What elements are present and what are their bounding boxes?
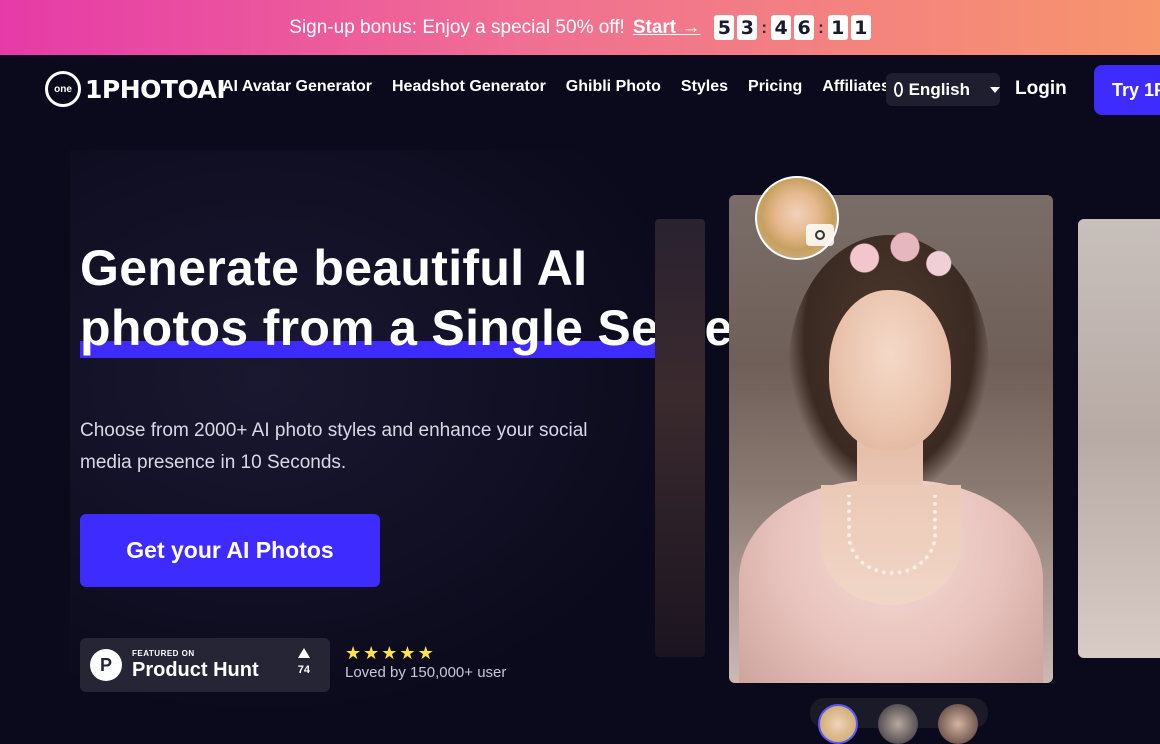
product-hunt-name: Product Hunt xyxy=(132,658,259,681)
promo-banner: Sign-up bonus: Enjoy a special 50% off! … xyxy=(0,0,1160,55)
hero-headline: Generate beautiful AI photos from a Sing… xyxy=(80,238,733,358)
countdown-digit: 6 xyxy=(794,15,815,40)
star-icon: ★ xyxy=(381,643,398,664)
side-photo-left xyxy=(655,219,705,657)
chevron-down-icon xyxy=(990,86,1000,93)
loved-by-text: Loved by 150,000+ user xyxy=(345,664,507,681)
site-logo[interactable]: one 1PHOTOAI xyxy=(45,71,226,107)
globe-icon xyxy=(894,82,903,97)
countdown-timer: 5 3 : 4 6 : 1 1 xyxy=(714,15,871,40)
nav-links: AI Avatar Generator Headshot Generator G… xyxy=(222,78,890,96)
headline-line-2: photos from a Single Selfie xyxy=(80,300,733,356)
headline-line-1: Generate beautiful AI xyxy=(80,240,588,296)
language-label: English xyxy=(908,79,970,99)
upvote-count: 74 xyxy=(298,648,310,676)
countdown-digit: 5 xyxy=(714,15,735,40)
star-icon: ★ xyxy=(345,643,362,664)
upvote-arrow-icon xyxy=(297,648,310,658)
portrait-tiara xyxy=(824,225,959,280)
countdown-separator: : xyxy=(761,17,768,37)
try-button[interactable]: Try 1P xyxy=(1094,65,1160,115)
vote-count: 74 xyxy=(297,664,310,676)
style-thumbnails xyxy=(810,698,988,744)
camera-icon xyxy=(806,224,834,246)
nav-link-affiliates[interactable]: Affiliates xyxy=(822,78,890,96)
countdown-digit: 1 xyxy=(827,15,848,40)
star-icon: ★ xyxy=(363,643,380,664)
login-link[interactable]: Login xyxy=(1015,78,1067,100)
side-photo-right xyxy=(1078,219,1160,658)
get-ai-photos-button[interactable]: Get your AI Photos xyxy=(80,514,380,587)
nav-link-ghibli[interactable]: Ghibli Photo xyxy=(566,78,661,96)
thumbnail-1[interactable] xyxy=(818,704,858,744)
countdown-digit: 4 xyxy=(771,15,792,40)
featured-on-label: FEATURED ON xyxy=(132,648,195,658)
countdown-digit: 1 xyxy=(850,15,871,40)
nav-link-headshot[interactable]: Headshot Generator xyxy=(392,78,546,96)
promo-start-link[interactable]: Start → xyxy=(633,17,701,39)
product-hunt-text: FEATURED ON Product Hunt xyxy=(132,649,259,682)
language-selector[interactable]: English xyxy=(886,73,1000,106)
portrait-necklace xyxy=(847,495,937,575)
rating-stars: ★ ★ ★ ★ ★ xyxy=(345,645,434,663)
hero-subtitle: Choose from 2000+ AI photo styles and en… xyxy=(80,420,588,473)
star-icon: ★ xyxy=(399,643,416,664)
main-ai-photo xyxy=(729,195,1053,683)
promo-text: Sign-up bonus: Enjoy a special 50% off! xyxy=(289,16,625,38)
star-icon: ★ xyxy=(417,643,434,664)
countdown-digit: 3 xyxy=(737,15,758,40)
thumbnail-2[interactable] xyxy=(878,704,918,744)
product-hunt-icon: P xyxy=(90,649,122,681)
selfie-avatar xyxy=(755,176,839,260)
portrait-face xyxy=(829,290,951,450)
nav-link-styles[interactable]: Styles xyxy=(681,78,728,96)
nav-link-pricing[interactable]: Pricing xyxy=(748,78,802,96)
countdown-separator: : xyxy=(818,17,824,37)
camera-lens xyxy=(815,230,825,240)
top-nav: one 1PHOTOAI AI Avatar Generator Headsho… xyxy=(0,55,1160,125)
thumbnail-3[interactable] xyxy=(938,704,978,744)
nav-link-ai-avatar[interactable]: AI Avatar Generator xyxy=(222,78,372,96)
logo-text: 1PHOTOAI xyxy=(85,74,226,104)
logo-badge-icon: one xyxy=(45,71,81,107)
product-hunt-badge[interactable]: P FEATURED ON Product Hunt 74 xyxy=(80,638,330,692)
